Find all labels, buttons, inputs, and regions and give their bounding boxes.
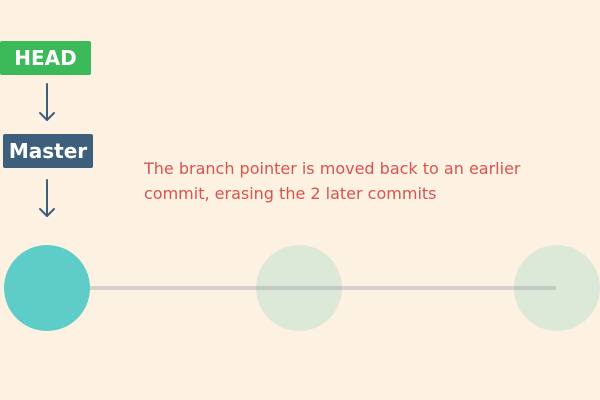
master-label-text: Master (8, 139, 88, 163)
track-overlay-2 (514, 286, 556, 290)
caption-line-1: The branch pointer is moved back to an e… (144, 159, 521, 178)
arrow-down-icon (39, 83, 55, 121)
commit-current (4, 245, 90, 331)
git-reset-diagram: HEAD Master The branch pointer is moved … (0, 0, 600, 400)
caption: The branch pointer is moved back to an e… (144, 156, 564, 206)
track-overlay-1 (256, 286, 342, 290)
caption-line-2: commit, erasing the 2 later commits (144, 184, 437, 203)
master-label: Master (3, 134, 93, 168)
head-label: HEAD (0, 41, 91, 75)
head-label-text: HEAD (14, 46, 77, 70)
arrow-down-icon (39, 179, 55, 217)
